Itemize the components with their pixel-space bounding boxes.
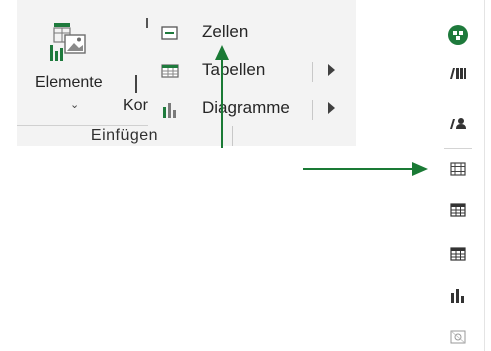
table-icon[interactable]: [445, 241, 471, 267]
sidebar-separator: [444, 148, 472, 149]
cell-icon[interactable]: [445, 156, 471, 182]
library-icon[interactable]: [445, 60, 471, 86]
sidebar-border: [484, 0, 485, 351]
add-element-icon[interactable]: [445, 22, 471, 48]
bar-chart-icon[interactable]: [445, 283, 471, 309]
table-icon[interactable]: [445, 197, 471, 223]
image-placeholder-icon[interactable]: [445, 324, 471, 350]
annotation-arrows: [215, 45, 428, 176]
arrow-up-head: [215, 45, 229, 60]
arrow-right-head: [412, 162, 428, 176]
users-icon[interactable]: [445, 110, 471, 136]
